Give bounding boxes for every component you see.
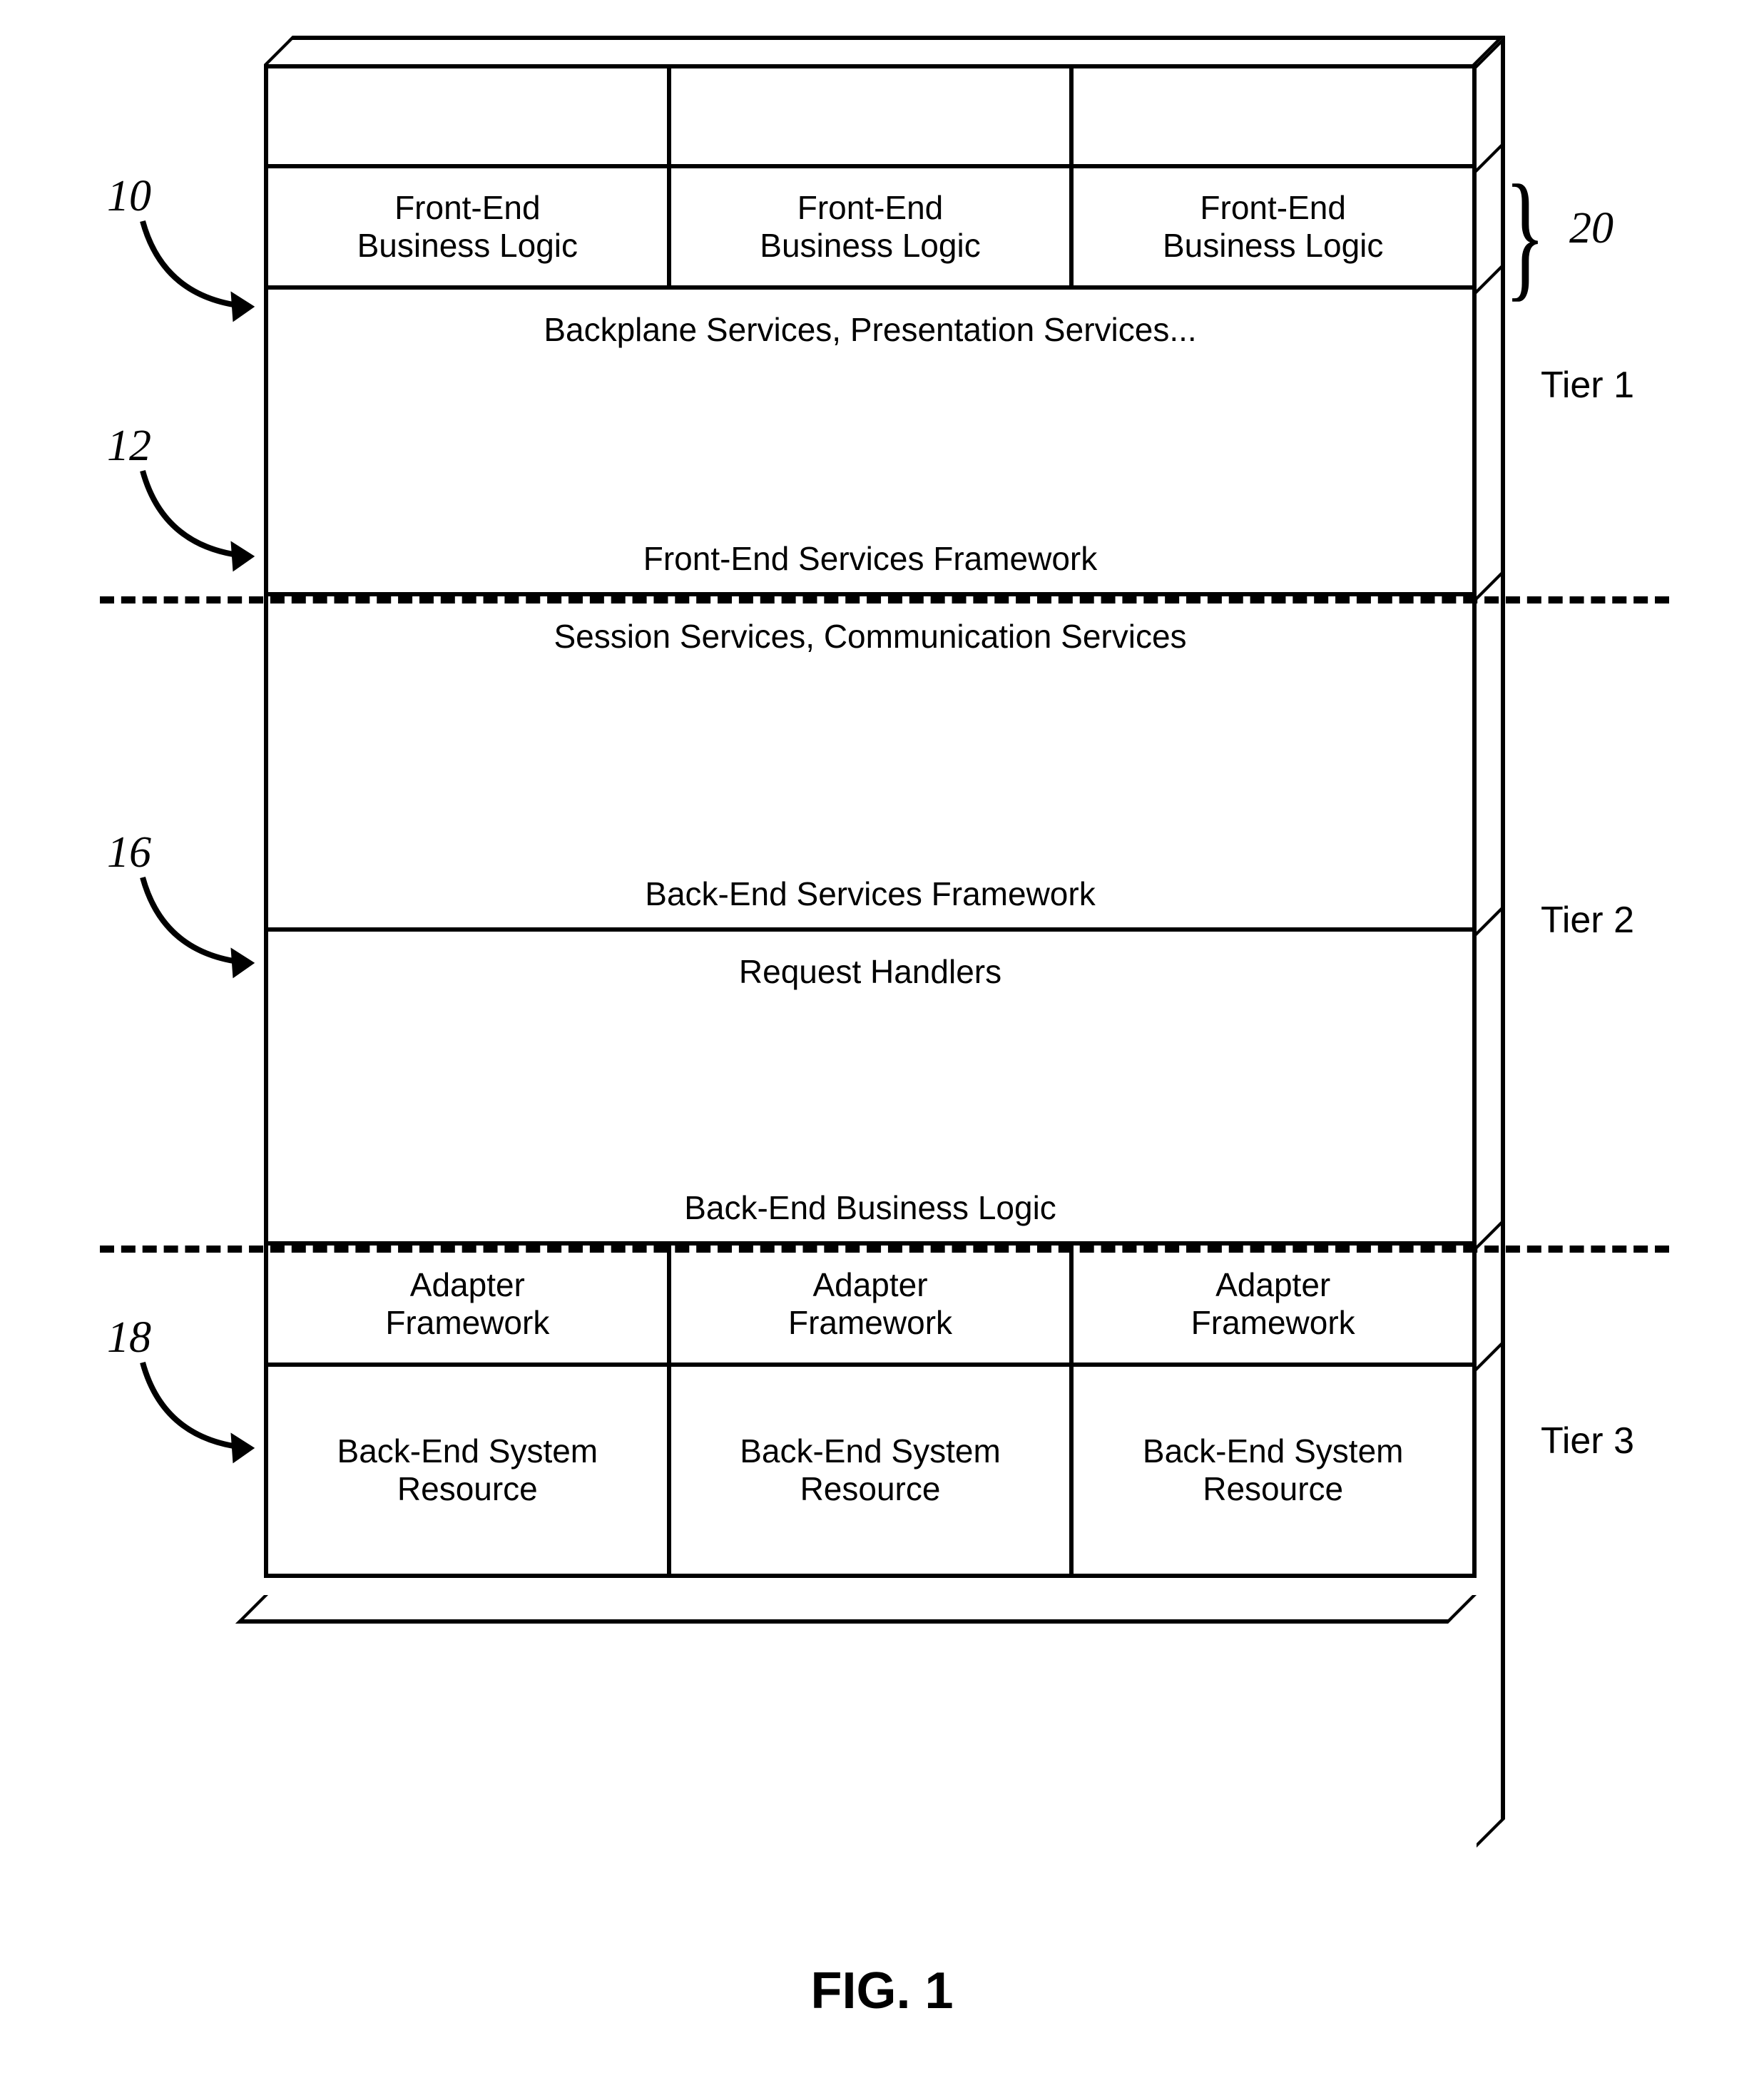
arrow-10 [121, 214, 271, 328]
spacer-cell [671, 68, 1074, 168]
resource-cell: Back-End System Resource [671, 1367, 1074, 1574]
arrow-16 [121, 870, 271, 984]
req-handlers-text: Request Handlers [739, 953, 1001, 991]
fe-logic-cell: Front-End Business Logic [671, 168, 1074, 290]
adapter-cell: Adapter Framework [1074, 1246, 1472, 1367]
be-logic-cell: Request Handlers Back-End Business Logic [268, 932, 1472, 1246]
spacer-cell [268, 68, 671, 168]
tier-divider-2 [100, 1246, 1669, 1253]
fe-framework-cell: Backplane Services, Presentation Service… [268, 290, 1472, 596]
tier1-label: Tier 1 [1541, 364, 1634, 407]
depth-bottom [235, 1595, 1477, 1624]
row-fe-logic: Front-End Business Logic Front-End Busin… [268, 168, 1472, 290]
row-resource: Back-End System Resource Back-End System… [268, 1367, 1472, 1574]
brace-icon: } [1504, 164, 1546, 307]
row-be-logic: Request Handlers Back-End Business Logic [268, 932, 1472, 1246]
row-be-framework: Session Services, Communication Services… [268, 596, 1472, 932]
arrow-12 [121, 464, 271, 578]
row-fe-framework: Backplane Services, Presentation Service… [268, 290, 1472, 596]
fe-logic-cell: Front-End Business Logic [1074, 168, 1472, 290]
row-top-spacer [268, 68, 1472, 168]
fe-framework-text: Front-End Services Framework [643, 540, 1098, 578]
figure-label: FIG. 1 [0, 1962, 1764, 2020]
depth-right [1477, 36, 1505, 1848]
be-framework-cell: Session Services, Communication Services… [268, 596, 1472, 932]
tier3-label: Tier 3 [1541, 1420, 1634, 1462]
resource-cell: Back-End System Resource [1074, 1367, 1472, 1574]
be-framework-text: Back-End Services Framework [645, 875, 1095, 913]
ref-20: 20 [1569, 203, 1613, 254]
tier-divider-1 [100, 596, 1669, 603]
row-adapter: Adapter Framework Adapter Framework Adap… [268, 1246, 1472, 1367]
arrow-18 [121, 1355, 271, 1470]
front-face: Front-End Business Logic Front-End Busin… [264, 64, 1477, 1578]
adapter-cell: Adapter Framework [671, 1246, 1074, 1367]
be-logic-text: Back-End Business Logic [684, 1189, 1056, 1227]
session-text: Session Services, Communication Services [554, 618, 1186, 656]
architecture-diagram: Front-End Business Logic Front-End Busin… [264, 64, 1477, 1578]
fe-logic-cell: Front-End Business Logic [268, 168, 671, 290]
resource-cell: Back-End System Resource [268, 1367, 671, 1574]
depth-top [264, 36, 1505, 64]
spacer-cell [1074, 68, 1472, 168]
tier2-label: Tier 2 [1541, 899, 1634, 942]
adapter-cell: Adapter Framework [268, 1246, 671, 1367]
backplane-text: Backplane Services, Presentation Service… [544, 311, 1196, 349]
